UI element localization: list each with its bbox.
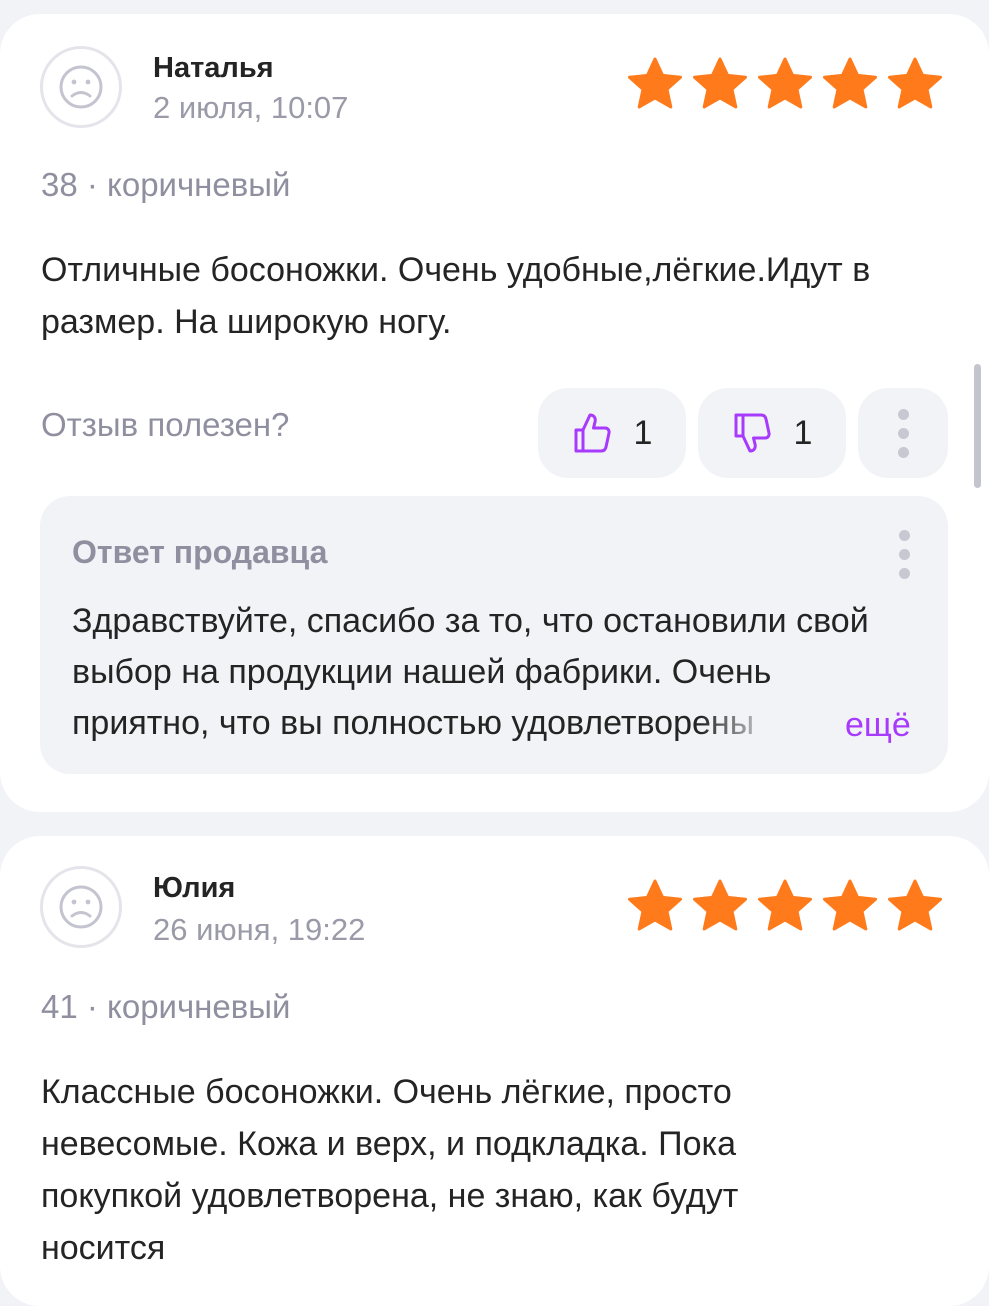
review-author: Юлия xyxy=(153,872,236,904)
like-button[interactable]: 1 xyxy=(538,388,686,478)
star-icon xyxy=(888,57,942,109)
review-text: Классные босоножки. Очень лёгкие, просто… xyxy=(41,1073,739,1267)
avatar xyxy=(40,866,122,948)
seller-reply-menu-button[interactable] xyxy=(892,524,916,584)
review-date: 26 июня, 19:22 xyxy=(153,912,366,947)
avatar xyxy=(40,46,122,128)
star-icon xyxy=(693,879,747,931)
thumbs-up-icon xyxy=(574,413,611,453)
review-card: Юлия 26 июня, 19:22 41 · коричневый Клас… xyxy=(0,836,989,1306)
review-variant: 41 · коричневый xyxy=(41,988,291,1025)
star-icon xyxy=(693,57,747,109)
star-icon xyxy=(628,879,682,931)
more-options-button[interactable] xyxy=(858,388,948,478)
star-icon xyxy=(823,879,877,931)
seller-reply: Ответ продавца Здравствуйте, спасибо за … xyxy=(40,496,948,774)
rating-stars xyxy=(624,876,949,938)
helpful-question: Отзыв полезен? xyxy=(41,406,290,443)
rating-stars xyxy=(624,54,949,116)
review-card: Наталья 2 июля, 10:07 38 · коричневый От… xyxy=(0,14,989,812)
dislike-button[interactable]: 1 xyxy=(698,388,846,478)
star-icon xyxy=(628,57,682,109)
star-icon xyxy=(758,57,812,109)
review-text: Отличные босоножки. Очень удобные,лёгкие… xyxy=(41,251,871,341)
review-author: Наталья xyxy=(153,52,274,84)
dislike-count: 1 xyxy=(793,413,813,452)
vertical-dots-icon xyxy=(897,408,909,458)
show-more-link[interactable]: ещё xyxy=(845,700,911,751)
vertical-dots-icon xyxy=(898,529,910,579)
thumbs-down-icon xyxy=(734,413,771,453)
star-icon xyxy=(888,879,942,931)
star-icon xyxy=(823,57,877,109)
review-date: 2 июля, 10:07 xyxy=(153,90,349,125)
scrollbar[interactable] xyxy=(974,364,981,488)
seller-reply-title: Ответ продавца xyxy=(72,534,328,570)
sad-face-icon xyxy=(59,885,103,929)
star-icon xyxy=(758,879,812,931)
sad-face-icon xyxy=(59,65,103,109)
like-count: 1 xyxy=(633,413,653,452)
review-variant: 38 · коричневый xyxy=(41,166,291,203)
